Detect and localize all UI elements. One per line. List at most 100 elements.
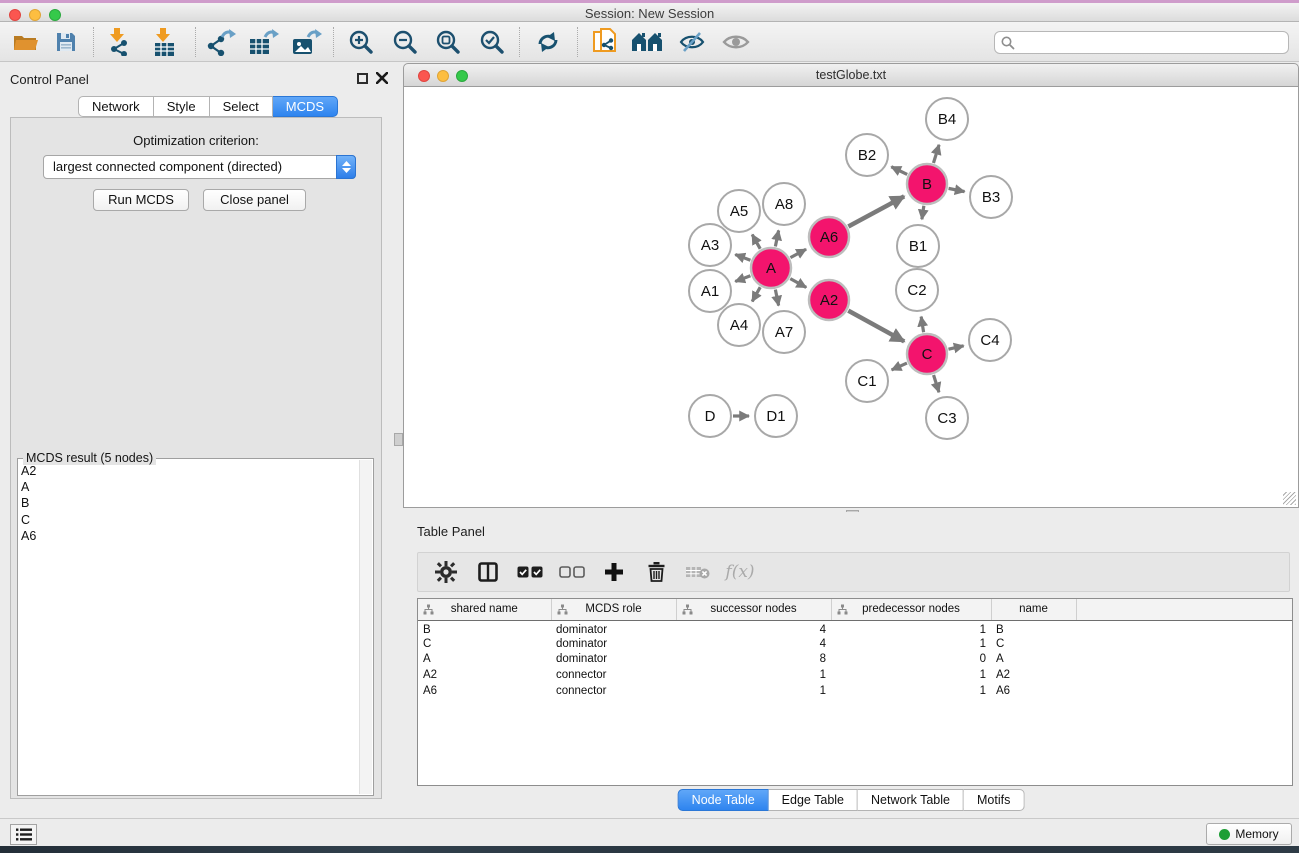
export-network-button[interactable] bbox=[203, 25, 239, 59]
criterion-dropdown[interactable]: largest connected component (directed) bbox=[43, 155, 356, 179]
table-cell: B bbox=[991, 620, 1076, 636]
add-column-button[interactable] bbox=[600, 558, 628, 586]
graph-edge-A6-B[interactable] bbox=[848, 196, 904, 226]
tab-edge-table[interactable]: Edge Table bbox=[769, 789, 858, 811]
delete-table-button[interactable] bbox=[684, 558, 712, 586]
export-image-button[interactable] bbox=[289, 25, 325, 59]
task-history-button[interactable] bbox=[10, 824, 37, 845]
table-cell: dominator bbox=[551, 652, 676, 668]
table-row[interactable]: Bdominator41B bbox=[418, 620, 1292, 636]
vertical-splitter-handle[interactable] bbox=[394, 433, 403, 446]
graph-edge-B-B3[interactable] bbox=[949, 188, 965, 191]
zoom-selected-button[interactable] bbox=[474, 25, 510, 59]
graph-node-label: B4 bbox=[938, 111, 956, 128]
dropdown-stepper-icon bbox=[336, 155, 356, 179]
graph-edge-C-C4[interactable] bbox=[948, 346, 963, 349]
network-window-titlebar[interactable]: testGlobe.txt bbox=[403, 63, 1299, 87]
mcds-result-item[interactable]: B bbox=[21, 495, 357, 511]
network-canvas[interactable]: B4B2BB3A5A8A6A3AB1A1C2A2A4A7CC4C1C3DD1 bbox=[403, 87, 1299, 508]
tab-network-table[interactable]: Network Table bbox=[858, 789, 964, 811]
run-mcds-button[interactable]: Run MCDS bbox=[93, 189, 189, 211]
graph-edge-A-A3[interactable] bbox=[735, 255, 750, 261]
mcds-tab-content: Optimization criterion: largest connecte… bbox=[10, 117, 382, 799]
table-row[interactable]: A6connector11A6 bbox=[418, 683, 1292, 699]
graph-node-label: B1 bbox=[909, 238, 927, 255]
graph-edge-A-A4[interactable] bbox=[752, 287, 760, 301]
table-row[interactable]: Cdominator41C bbox=[418, 636, 1292, 652]
show-all-button[interactable] bbox=[718, 25, 754, 59]
export-table-button[interactable] bbox=[246, 25, 282, 59]
mcds-result-item[interactable]: C bbox=[21, 512, 357, 528]
function-builder-button[interactable]: f(x) bbox=[726, 558, 754, 586]
search-field[interactable] bbox=[994, 31, 1289, 54]
column-header-name[interactable]: name bbox=[991, 599, 1076, 620]
delete-column-button[interactable] bbox=[642, 558, 670, 586]
import-table-button[interactable] bbox=[147, 25, 183, 59]
tab-style[interactable]: Style bbox=[154, 96, 210, 117]
table-cell: dominator bbox=[551, 620, 676, 636]
table-toolbar: f(x) bbox=[417, 552, 1290, 592]
mcds-scrollbar[interactable] bbox=[359, 460, 372, 794]
import-network-icon bbox=[108, 28, 134, 56]
column-header-predecessor-nodes[interactable]: predecessor nodes bbox=[831, 599, 991, 620]
graph-edge-C-C2[interactable] bbox=[921, 317, 923, 333]
new-network-doc-icon bbox=[593, 28, 619, 56]
open-session-button[interactable] bbox=[8, 25, 44, 59]
graph-edge-B-B4[interactable] bbox=[933, 145, 939, 163]
tab-network[interactable]: Network bbox=[78, 96, 154, 117]
memory-label: Memory bbox=[1235, 827, 1278, 841]
tab-motifs[interactable]: Motifs bbox=[964, 789, 1024, 811]
tab-select[interactable]: Select bbox=[210, 96, 273, 117]
graph-edge-C-C1[interactable] bbox=[892, 363, 907, 370]
save-floppy-icon bbox=[55, 31, 77, 53]
refresh-icon bbox=[536, 31, 560, 53]
graph-edge-A-A7[interactable] bbox=[775, 290, 778, 306]
graph-edge-A-A5[interactable] bbox=[752, 235, 760, 249]
deselect-all-button[interactable] bbox=[558, 558, 586, 586]
hide-selected-button[interactable] bbox=[674, 25, 710, 59]
graph-edge-B-B1[interactable] bbox=[922, 206, 924, 220]
graph-edge-A2-C[interactable] bbox=[848, 311, 904, 342]
search-input[interactable] bbox=[1019, 36, 1288, 50]
open-folder-icon bbox=[13, 32, 39, 52]
table-cell: A2 bbox=[991, 667, 1076, 683]
column-header-filler bbox=[1076, 599, 1292, 620]
graph-node-label: D1 bbox=[766, 408, 785, 425]
new-network-from-selection-button[interactable] bbox=[588, 25, 624, 59]
graph-edge-A-A8[interactable] bbox=[775, 230, 778, 246]
graph-edge-A-A6[interactable] bbox=[790, 249, 806, 257]
zoom-fit-button[interactable] bbox=[430, 25, 466, 59]
refresh-layout-button[interactable] bbox=[530, 25, 566, 59]
select-all-button[interactable] bbox=[516, 558, 544, 586]
column-header-successor-nodes[interactable]: successor nodes bbox=[676, 599, 831, 620]
column-header-shared-name[interactable]: shared name bbox=[418, 599, 551, 620]
tab-mcds[interactable]: MCDS bbox=[273, 96, 338, 117]
graph-edge-A-A2[interactable] bbox=[790, 279, 806, 288]
table-panel-title: Table Panel bbox=[417, 524, 485, 539]
tab-node-table[interactable]: Node Table bbox=[678, 789, 769, 811]
window-resize-grip[interactable] bbox=[1283, 492, 1296, 505]
graph-edge-B-B2[interactable] bbox=[891, 167, 907, 175]
table-row[interactable]: Adominator80A bbox=[418, 652, 1292, 668]
mcds-result-item[interactable]: A bbox=[21, 479, 357, 495]
close-panel-icon[interactable] bbox=[376, 72, 388, 84]
close-panel-button[interactable]: Close panel bbox=[203, 189, 306, 211]
zoom-out-button[interactable] bbox=[387, 25, 423, 59]
zoom-in-button[interactable] bbox=[343, 25, 379, 59]
save-session-button[interactable] bbox=[48, 25, 84, 59]
table-row[interactable]: A2connector11A2 bbox=[418, 667, 1292, 683]
eye-slash-icon bbox=[679, 32, 705, 52]
gear-button[interactable] bbox=[432, 558, 460, 586]
graph-edge-C-C3[interactable] bbox=[934, 375, 939, 392]
table-cell: 1 bbox=[831, 667, 991, 683]
mcds-result-item[interactable]: A6 bbox=[21, 528, 357, 544]
columns-button[interactable] bbox=[474, 558, 502, 586]
column-header-mcds-role[interactable]: MCDS role bbox=[551, 599, 676, 620]
first-neighbors-button[interactable] bbox=[630, 25, 666, 59]
graph-edge-A-A1[interactable] bbox=[735, 276, 750, 282]
memory-button[interactable]: Memory bbox=[1206, 823, 1292, 845]
float-panel-icon[interactable] bbox=[357, 73, 368, 84]
mcds-result-item[interactable]: A2 bbox=[21, 463, 357, 479]
status-bar: Memory bbox=[0, 818, 1299, 846]
import-network-button[interactable] bbox=[103, 25, 139, 59]
